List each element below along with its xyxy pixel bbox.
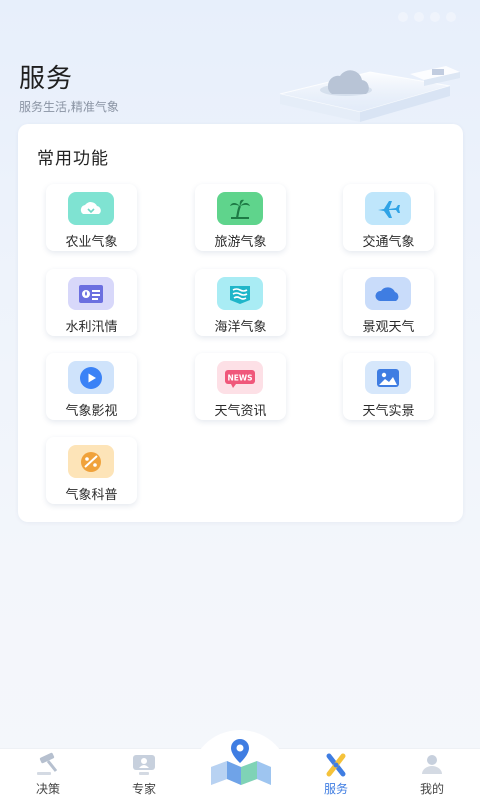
function-label: 天气资讯	[214, 404, 267, 419]
function-label: 海洋气象	[214, 320, 267, 335]
function-label: 景观天气	[362, 320, 415, 335]
map-location-icon	[211, 739, 271, 785]
agriculture-cloud-icon	[68, 192, 114, 225]
function-traffic[interactable]: 交通气象	[343, 184, 434, 251]
function-label: 天气实景	[362, 404, 415, 419]
nav-label: 服务	[323, 782, 348, 796]
function-water[interactable]: 水利汛情	[46, 269, 137, 336]
palm-tree-icon	[217, 192, 263, 225]
nav-tab-services[interactable]: 服务	[306, 752, 366, 798]
nav-center-map-button[interactable]	[205, 733, 275, 791]
news-badge-text: NEWS	[227, 373, 252, 382]
function-label: 气象科普	[65, 488, 118, 503]
page-title: 服务	[19, 64, 74, 94]
nav-tab-expert[interactable]: 专家	[114, 752, 174, 798]
function-video[interactable]: 气象影视	[46, 353, 137, 420]
services-icon	[322, 752, 350, 778]
page-subtitle: 服务生活,精准气象	[19, 100, 119, 114]
function-label: 水利汛情	[65, 320, 118, 335]
airplane-icon	[365, 192, 411, 225]
function-ocean[interactable]: 海洋气象	[195, 269, 286, 336]
function-science[interactable]: 气象科普	[46, 437, 137, 504]
common-functions-card: 常用功能 农业气象 旅游气象 交通气象 水利汛情 海洋气象 景观天气 气象影视 …	[18, 124, 463, 522]
status-indicators	[398, 12, 456, 22]
gavel-icon	[34, 752, 62, 778]
ocean-waves-icon	[217, 277, 263, 310]
video-play-icon	[68, 361, 114, 394]
function-landscape[interactable]: 景观天气	[343, 269, 434, 336]
function-label: 旅游气象	[214, 235, 267, 250]
news-icon: NEWS	[217, 361, 263, 394]
function-label: 交通气象	[362, 235, 415, 250]
function-news[interactable]: NEWS 天气资讯	[195, 353, 286, 420]
expert-monitor-icon	[130, 752, 158, 778]
nav-label: 专家	[131, 782, 156, 796]
function-live-view[interactable]: 天气实景	[343, 353, 434, 420]
water-report-icon	[68, 277, 114, 310]
function-agriculture[interactable]: 农业气象	[46, 184, 137, 251]
function-tourism[interactable]: 旅游气象	[195, 184, 286, 251]
cloud-icon	[365, 277, 411, 310]
nav-label: 决策	[35, 782, 60, 796]
function-label: 气象影视	[65, 404, 118, 419]
photo-icon	[365, 361, 411, 394]
section-title: 常用功能	[37, 149, 109, 169]
palette-science-icon	[68, 445, 114, 478]
status-bar	[0, 0, 480, 40]
nav-tab-decision[interactable]: 决策	[18, 752, 78, 798]
user-icon	[418, 752, 446, 778]
nav-tab-mine[interactable]: 我的	[402, 752, 462, 798]
nav-label: 我的	[419, 782, 444, 796]
function-label: 农业气象	[65, 235, 118, 250]
